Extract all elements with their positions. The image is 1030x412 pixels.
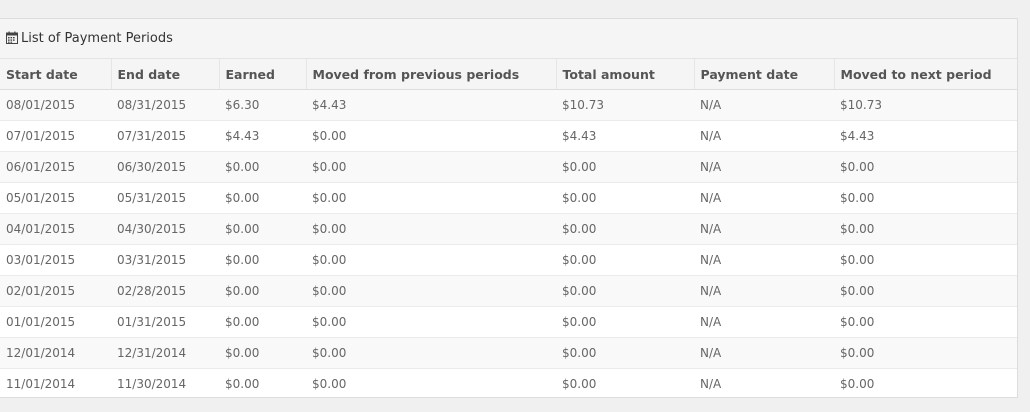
moved-to-next-cell: $10.73 [834,89,1017,121]
payment-date-cell: N/A [694,120,834,152]
moved-from-previous-cell: $0.00 [306,244,556,276]
total-amount-cell: $0.00 [556,151,694,183]
start-date-cell: 03/01/2015 [0,244,111,276]
total-amount-cell: $0.00 [556,275,694,307]
earned-cell: $0.00 [219,213,306,245]
column-header-total-amount[interactable]: Total amount [556,59,695,90]
start-date-cell: 02/01/2015 [0,275,111,307]
moved-from-previous-cell: $0.00 [306,337,556,369]
total-amount-cell: $0.00 [556,244,694,276]
moved-to-next-cell: $0.00 [834,244,1017,276]
table-row: 03/01/2015 03/31/2015 $0.00 $0.00 $0.00 N/A $0… [0,244,1017,276]
column-header-start-date[interactable]: Start date [0,59,112,90]
panel-title: List of Payment Periods [21,31,173,46]
end-date-cell: 05/31/2015 [111,182,219,214]
moved-from-previous-cell: $0.00 [306,120,556,152]
payment-periods-panel: List of Payment Periods Start date End d… [0,18,1018,398]
payment-date-cell: N/A [694,337,834,369]
end-date-cell: 11/30/2014 [111,368,219,397]
moved-to-next-cell: $0.00 [834,213,1017,245]
earned-cell: $0.00 [219,368,306,397]
payment-date-cell: N/A [694,244,834,276]
table-row: 02/01/2015 02/28/2015 $0.00 $0.00 $0.00 N/A $0… [0,275,1017,307]
payment-date-cell: N/A [694,151,834,183]
payment-date-cell: N/A [694,213,834,245]
payment-date-cell: N/A [694,275,834,307]
moved-from-previous-cell: $0.00 [306,368,556,397]
total-amount-cell: $0.00 [556,182,694,214]
earned-cell: $0.00 [219,151,306,183]
total-amount-cell: $0.00 [556,306,694,338]
table-row: 05/01/2015 05/31/2015 $0.00 $0.00 $0.00 N/A $0… [0,182,1017,214]
table-body: 08/01/2015 08/31/2015 $6.30 $4.43 $10.73 N/A $… [0,89,1017,397]
end-date-cell: 03/31/2015 [111,244,219,276]
earned-cell: $0.00 [219,306,306,338]
table-row: 11/01/2014 11/30/2014 $0.00 $0.00 $0.00 N/A $0… [0,368,1017,397]
payment-date-cell: N/A [694,182,834,214]
column-header-payment-date[interactable]: Payment date [694,59,835,90]
start-date-cell: 08/01/2015 [0,89,111,121]
earned-cell: $6.30 [219,89,306,121]
panel-heading: List of Payment Periods [0,19,1017,59]
moved-to-next-cell: $0.00 [834,306,1017,338]
end-date-cell: 06/30/2015 [111,151,219,183]
start-date-cell: 06/01/2015 [0,151,111,183]
column-header-earned[interactable]: Earned [219,59,307,90]
start-date-cell: 01/01/2015 [0,306,111,338]
table-row: 08/01/2015 08/31/2015 $6.30 $4.43 $10.73 N/A $… [0,89,1017,121]
moved-to-next-cell: $0.00 [834,337,1017,369]
table-header-row: Start date End date Earned Moved from pr… [0,59,1017,90]
calendar-icon [6,31,18,44]
total-amount-cell: $10.73 [556,89,694,121]
payment-date-cell: N/A [694,368,834,397]
end-date-cell: 02/28/2015 [111,275,219,307]
moved-to-next-cell: $0.00 [834,182,1017,214]
total-amount-cell: $4.43 [556,120,694,152]
column-header-moved-from-previous[interactable]: Moved from previous periods [306,59,557,90]
moved-from-previous-cell: $0.00 [306,306,556,338]
start-date-cell: 07/01/2015 [0,120,111,152]
end-date-cell: 08/31/2015 [111,89,219,121]
end-date-cell: 04/30/2015 [111,213,219,245]
payment-periods-table: Start date End date Earned Moved from pr… [0,59,1017,397]
column-header-end-date[interactable]: End date [111,59,220,90]
start-date-cell: 11/01/2014 [0,368,111,397]
moved-from-previous-cell: $0.00 [306,182,556,214]
earned-cell: $0.00 [219,182,306,214]
table-row: 07/01/2015 07/31/2015 $4.43 $0.00 $4.43 N/A $4… [0,120,1017,152]
end-date-cell: 01/31/2015 [111,306,219,338]
total-amount-cell: $0.00 [556,368,694,397]
moved-to-next-cell: $4.43 [834,120,1017,152]
start-date-cell: 12/01/2014 [0,337,111,369]
column-header-moved-to-next[interactable]: Moved to next period [834,59,1017,90]
payment-date-cell: N/A [694,306,834,338]
table-row: 04/01/2015 04/30/2015 $0.00 $0.00 $0.00 N/A $0… [0,213,1017,245]
earned-cell: $0.00 [219,244,306,276]
moved-from-previous-cell: $0.00 [306,275,556,307]
moved-to-next-cell: $0.00 [834,368,1017,397]
moved-from-previous-cell: $0.00 [306,213,556,245]
start-date-cell: 04/01/2015 [0,213,111,245]
total-amount-cell: $0.00 [556,337,694,369]
moved-from-previous-cell: $4.43 [306,89,556,121]
payment-date-cell: N/A [694,89,834,121]
moved-to-next-cell: $0.00 [834,275,1017,307]
table-row: 01/01/2015 01/31/2015 $0.00 $0.00 $0.00 N/A $0… [0,306,1017,338]
table-row: 12/01/2014 12/31/2014 $0.00 $0.00 $0.00 N/A $0… [0,337,1017,369]
earned-cell: $0.00 [219,275,306,307]
end-date-cell: 07/31/2015 [111,120,219,152]
earned-cell: $0.00 [219,337,306,369]
total-amount-cell: $0.00 [556,213,694,245]
earned-cell: $4.43 [219,120,306,152]
moved-from-previous-cell: $0.00 [306,151,556,183]
moved-to-next-cell: $0.00 [834,151,1017,183]
table-row: 06/01/2015 06/30/2015 $0.00 $0.00 $0.00 N/A $0… [0,151,1017,183]
end-date-cell: 12/31/2014 [111,337,219,369]
start-date-cell: 05/01/2015 [0,182,111,214]
